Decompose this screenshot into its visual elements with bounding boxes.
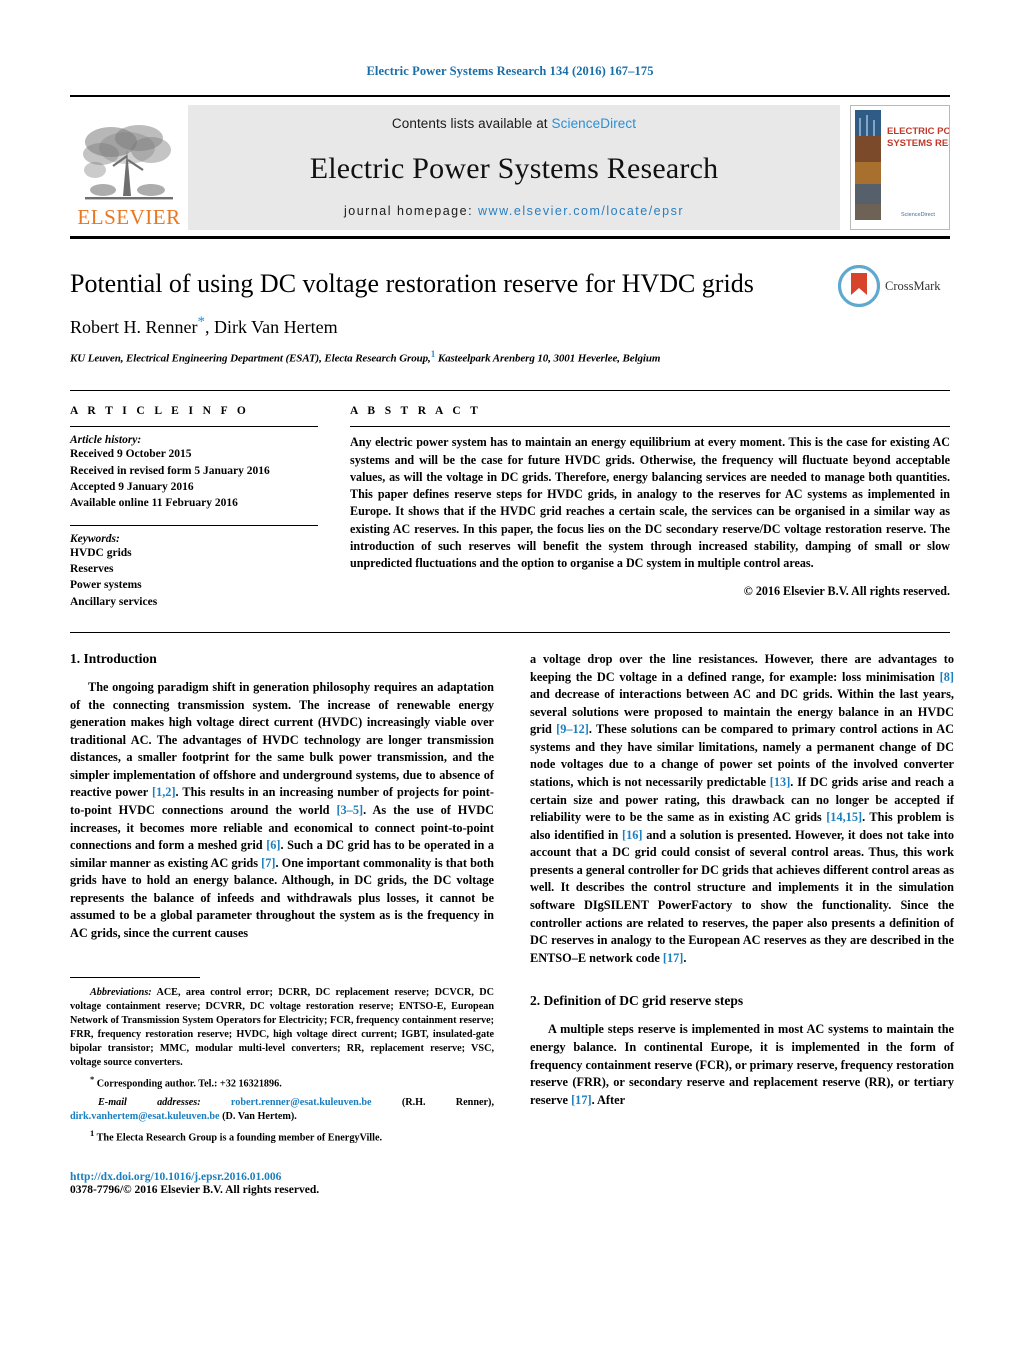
running-head: Electric Power Systems Research 134 (201… bbox=[366, 64, 654, 78]
numbered-footnote: 1 The Electa Research Group is a foundin… bbox=[70, 1128, 494, 1145]
article-info-heading: A R T I C L E I N F O bbox=[70, 405, 250, 418]
intro-cont-g: . bbox=[683, 950, 687, 965]
history-accepted: Accepted 9 January 2016 bbox=[70, 480, 194, 493]
affiliation-post: Kasteelpark Arenberg 10, 3001 Heverlee, … bbox=[437, 352, 661, 365]
keyword-item: Reserves bbox=[70, 562, 114, 575]
journal-homepage-line: journal homepage: www.elsevier.com/locat… bbox=[344, 204, 684, 218]
citation-ref[interactable]: [9–12] bbox=[556, 722, 589, 736]
journal-masthead: ELSEVIER Contents lists available at Sci… bbox=[70, 95, 950, 230]
elsevier-logo: ELSEVIER bbox=[70, 105, 188, 230]
author-list: Robert H. Renner*, Dirk Van Hertem bbox=[70, 314, 950, 338]
abbreviations-label: Abbreviations: bbox=[90, 986, 152, 998]
abbreviations-text: ACE, area control error; DCRR, DC replac… bbox=[70, 986, 494, 1069]
title-block: Potential of using DC voltage restoratio… bbox=[70, 265, 950, 365]
author-rest: , Dirk Van Hertem bbox=[204, 316, 338, 337]
email-link-renner[interactable]: robert.renner@esat.kuleuven.be bbox=[231, 1097, 372, 1108]
intro-paragraph-right: a voltage drop over the line resistances… bbox=[530, 651, 954, 967]
elsevier-wordmark: ELSEVIER bbox=[77, 205, 181, 229]
crossmark-label: CrossMark bbox=[885, 278, 941, 293]
journal-banner: Contents lists available at ScienceDirec… bbox=[188, 105, 840, 230]
svg-text:ScienceDirect: ScienceDirect bbox=[901, 212, 935, 218]
corresponding-author-footnote: * Corresponding author. Tel.: +32 163218… bbox=[70, 1074, 494, 1091]
issn-copyright-line: 0378-7796/© 2016 Elsevier B.V. All right… bbox=[70, 1184, 320, 1197]
history-revised: Received in revised form 5 January 2016 bbox=[70, 464, 270, 477]
journal-homepage-link[interactable]: www.elsevier.com/locate/epsr bbox=[478, 204, 684, 218]
email2-owner: (D. Van Hertem). bbox=[219, 1110, 297, 1122]
email-label: E-mail addresses: bbox=[98, 1096, 201, 1108]
journal-cover-thumbnail: ELECTRIC POWER SYSTEMS RESEARCH ScienceD… bbox=[850, 105, 950, 230]
body-region: 1. Introduction The ongoing paradigm shi… bbox=[70, 651, 954, 1196]
intro-text-a: The ongoing paradigm shift in generation… bbox=[70, 679, 494, 800]
section-heading-introduction: 1. Introduction bbox=[70, 650, 157, 666]
footnote-separator bbox=[70, 976, 200, 978]
svg-text:SYSTEMS RESEARCH: SYSTEMS RESEARCH bbox=[887, 138, 949, 149]
abstract-rule bbox=[350, 426, 950, 428]
crossmark-icon bbox=[838, 265, 880, 307]
citation-ref[interactable]: [14,15] bbox=[826, 810, 862, 824]
citation-ref[interactable]: [16] bbox=[622, 828, 643, 842]
citation-ref[interactable]: [6] bbox=[266, 838, 280, 852]
section2-paragraph: A multiple steps reserve is implemented … bbox=[530, 1021, 954, 1109]
affiliation-footnote-marker[interactable]: 1 bbox=[431, 349, 436, 359]
abstract-text: Any electric power system has to maintai… bbox=[350, 435, 950, 571]
intro-cont-a: a voltage drop over the line resistances… bbox=[530, 651, 954, 684]
article-history-label: Article history: bbox=[70, 434, 142, 447]
doi-link[interactable]: http://dx.doi.org/10.1016/j.epsr.2016.01… bbox=[70, 1171, 494, 1183]
crossmark-badge[interactable]: CrossMark bbox=[838, 263, 950, 309]
cover-art-icon: ELECTRIC POWER SYSTEMS RESEARCH ScienceD… bbox=[851, 106, 949, 224]
author-first: Robert H. Renner bbox=[70, 316, 198, 337]
citation-ref[interactable]: [3–5] bbox=[336, 803, 363, 817]
section-heading-dc-grid-reserve-steps: 2. Definition of DC grid reserve steps bbox=[530, 993, 744, 1009]
contents-prefix: Contents lists available at bbox=[391, 116, 552, 131]
email-link-vanhertem[interactable]: dirk.vanhertem@esat.kuleuven.be bbox=[70, 1111, 220, 1122]
abbreviations-footnote: Abbreviations: ACE, area control error; … bbox=[70, 986, 494, 1070]
keywords-label: Keywords: bbox=[70, 532, 120, 545]
email-footnote: E-mail addresses: robert.renner@esat.kul… bbox=[70, 1096, 494, 1124]
intro-paragraph-left: The ongoing paradigm shift in generation… bbox=[70, 679, 494, 943]
intro-cont-f: and a solution is presented. However, it… bbox=[530, 827, 954, 965]
body-column-right: a voltage drop over the line resistances… bbox=[530, 651, 954, 1196]
citation-ref[interactable]: [13] bbox=[770, 775, 791, 789]
doi-block: http://dx.doi.org/10.1016/j.epsr.2016.01… bbox=[70, 1171, 494, 1196]
svg-text:ELECTRIC POWER: ELECTRIC POWER bbox=[887, 126, 949, 137]
article-info-column: A R T I C L E I N F O Article history: R… bbox=[70, 405, 340, 610]
abstract-heading: A B S T R A C T bbox=[350, 405, 482, 418]
citation-ref[interactable]: [8] bbox=[940, 670, 954, 684]
sciencedirect-link[interactable]: ScienceDirect bbox=[552, 116, 637, 131]
article-info-rule bbox=[70, 426, 318, 428]
journal-article-page: Electric Power Systems Research 134 (201… bbox=[0, 0, 1020, 1351]
email1-owner: (R.H. Renner), bbox=[371, 1096, 494, 1108]
keywords-rule bbox=[70, 524, 318, 526]
abstract-column: A B S T R A C T Any electric power syste… bbox=[340, 405, 950, 610]
sec2-text-b: . After bbox=[591, 1092, 626, 1107]
homepage-prefix: journal homepage: bbox=[344, 204, 479, 218]
masthead-bottom-rule bbox=[70, 236, 950, 239]
footnote-1-text: The Electa Research Group is a founding … bbox=[94, 1132, 383, 1144]
history-received: Received 9 October 2015 bbox=[70, 448, 192, 461]
citation-ref[interactable]: [17] bbox=[663, 951, 684, 965]
citation-ref[interactable]: [1,2] bbox=[152, 785, 176, 799]
citation-ref[interactable]: [17] bbox=[571, 1093, 592, 1107]
elsevier-tree-icon bbox=[83, 125, 173, 200]
body-top-rule bbox=[70, 631, 950, 633]
keyword-item: HVDC grids bbox=[70, 546, 132, 559]
corresponding-text: Corresponding author. Tel.: +32 16321896… bbox=[94, 1078, 282, 1090]
journal-title: Electric Power Systems Research bbox=[309, 151, 719, 185]
history-online: Available online 11 February 2016 bbox=[70, 497, 238, 510]
page-title: Potential of using DC voltage restoratio… bbox=[70, 269, 754, 298]
body-column-left: 1. Introduction The ongoing paradigm shi… bbox=[70, 651, 494, 1196]
corresponding-author-marker[interactable]: * bbox=[197, 314, 205, 330]
affiliation: KU Leuven, Electrical Engineering Depart… bbox=[70, 349, 950, 365]
affiliation-pre: KU Leuven, Electrical Engineering Depart… bbox=[70, 352, 431, 365]
keyword-item: Ancillary services bbox=[70, 595, 158, 608]
keyword-item: Power systems bbox=[70, 579, 142, 592]
contents-lists-line: Contents lists available at ScienceDirec… bbox=[392, 116, 636, 131]
abstract-copyright: © 2016 Elsevier B.V. All rights reserved… bbox=[743, 583, 950, 598]
info-abstract-region: A R T I C L E I N F O Article history: R… bbox=[70, 390, 950, 610]
citation-ref[interactable]: [7] bbox=[261, 856, 275, 870]
